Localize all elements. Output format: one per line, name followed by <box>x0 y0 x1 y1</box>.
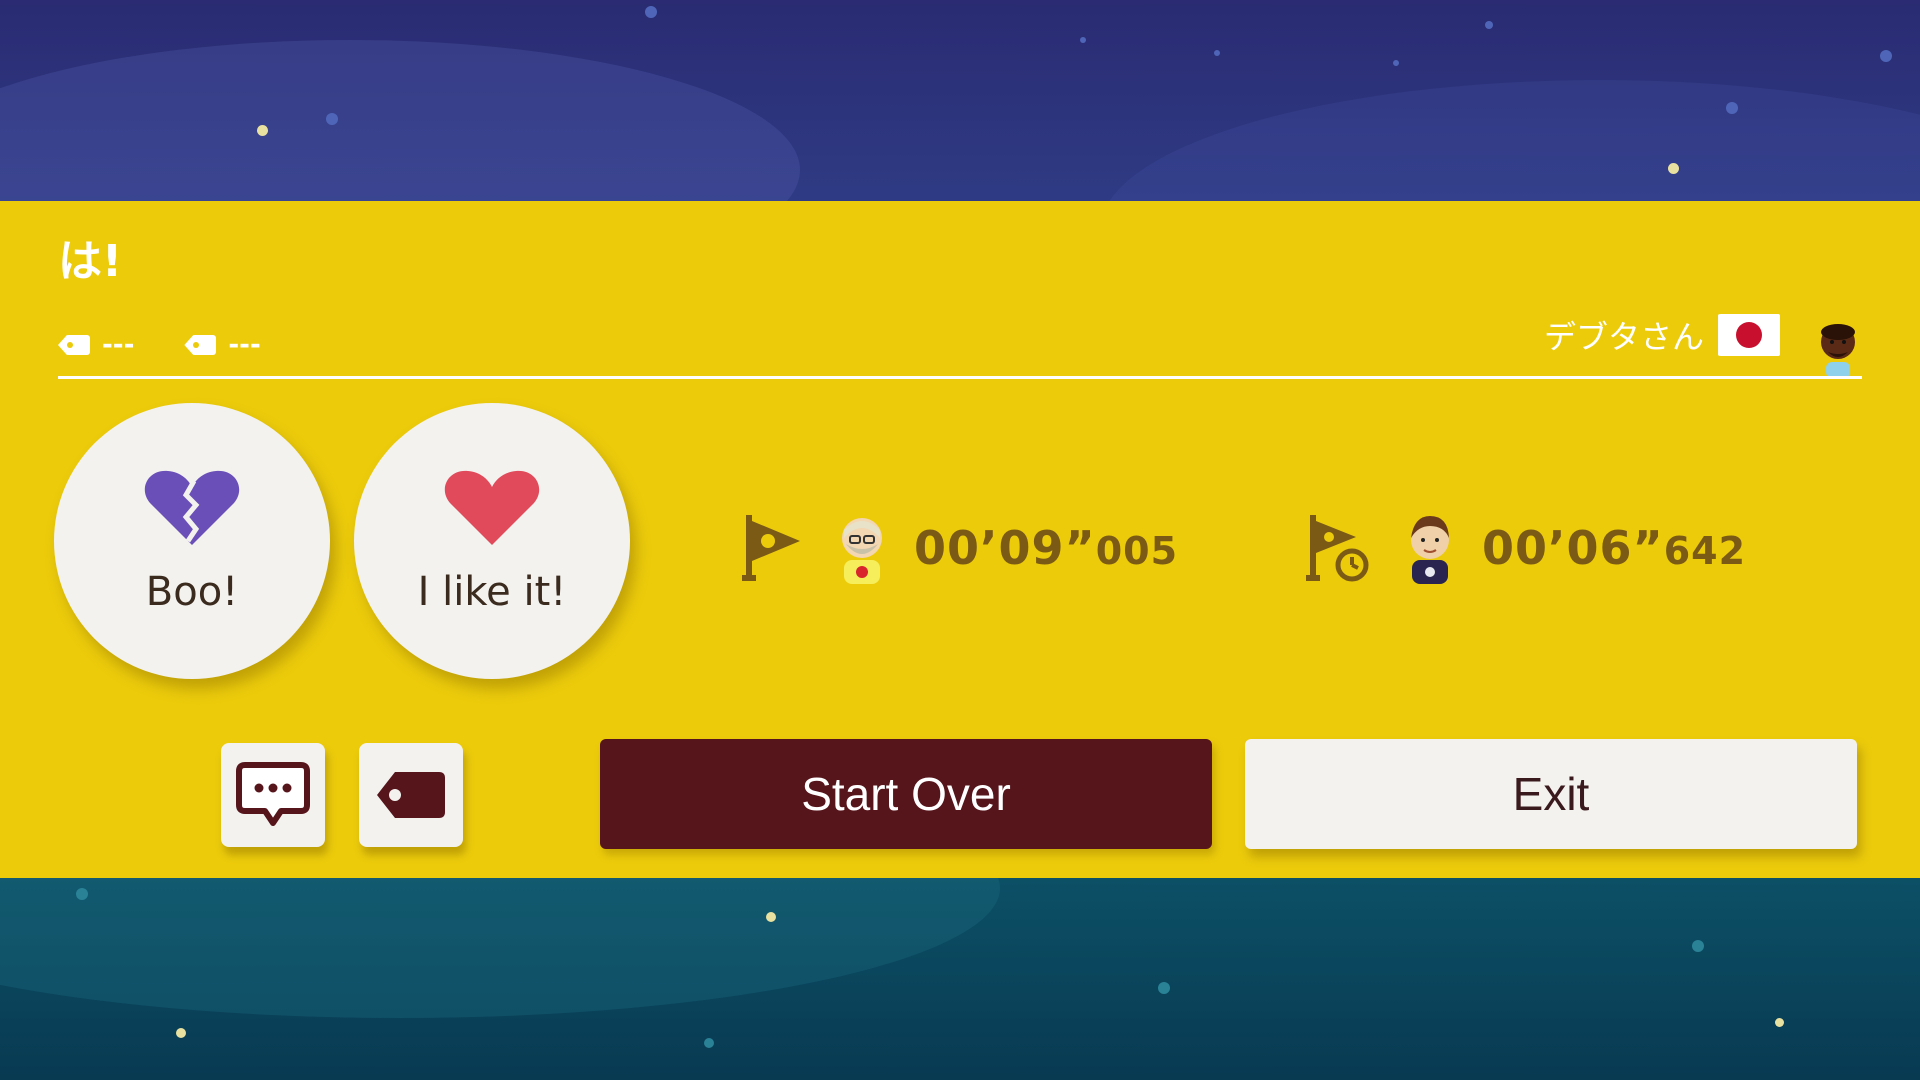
world-record-time: 00’06”642 <box>1482 521 1746 575</box>
tag-button[interactable] <box>359 743 463 847</box>
star <box>1668 163 1679 174</box>
creator-name: デブタさん <box>1543 318 1704 356</box>
comment-icon <box>236 762 310 826</box>
star <box>76 888 88 900</box>
star <box>1692 940 1704 952</box>
world-record-player-avatar[interactable] <box>1404 512 1456 584</box>
like-label: I like it! <box>417 569 567 615</box>
star <box>704 1038 714 1048</box>
broken-heart-icon <box>144 470 240 545</box>
star <box>645 6 657 18</box>
creator-avatar[interactable] <box>1814 318 1862 378</box>
like-button[interactable]: I like it! <box>354 403 630 679</box>
course-title: は! <box>58 236 123 287</box>
star <box>1080 37 1086 43</box>
first-clear-time-ms: 005 <box>1095 529 1179 573</box>
boo-button[interactable]: Boo! <box>54 403 330 679</box>
first-clear-stat: 00’09”005 <box>742 512 1178 584</box>
creator-info[interactable]: デブタさん <box>1544 312 1780 358</box>
header-divider <box>58 376 1862 379</box>
night-sky-top <box>0 0 1920 201</box>
world-record-time-ms: 642 <box>1663 529 1747 573</box>
course-tag-2-label: --- <box>228 330 261 360</box>
comment-button[interactable] <box>221 743 325 847</box>
japan-flag-icon <box>1718 314 1780 356</box>
heart-icon <box>444 470 540 545</box>
first-clear-time-main: 00’09” <box>914 521 1096 575</box>
star <box>1214 50 1220 56</box>
tag-icon <box>184 335 217 355</box>
boo-label: Boo! <box>145 569 239 615</box>
star <box>326 113 338 125</box>
star <box>1158 982 1170 994</box>
first-clear-flag-icon <box>742 515 800 581</box>
star <box>1726 102 1738 114</box>
course-tag-1-label: --- <box>102 330 135 360</box>
world-record-time-main: 00’06” <box>1482 521 1664 575</box>
world-record-stat: 00’06”642 <box>1306 512 1746 584</box>
first-clear-player-avatar[interactable] <box>836 512 888 584</box>
sky-hill-shape <box>0 878 1000 1018</box>
star <box>1775 1018 1784 1027</box>
star <box>1880 50 1892 62</box>
world-record-flag-icon <box>1306 515 1369 582</box>
star <box>176 1028 186 1038</box>
course-tag-2: --- <box>184 330 261 360</box>
star <box>257 125 268 136</box>
course-tag-1: --- <box>58 330 134 360</box>
star <box>1393 60 1399 66</box>
exit-button[interactable]: Exit <box>1245 739 1857 849</box>
start-over-button[interactable]: Start Over <box>600 739 1212 849</box>
star <box>1485 21 1493 29</box>
sky-hill-shape <box>0 40 800 201</box>
tag-icon <box>377 772 445 818</box>
sky-hill-shape <box>1100 80 1920 201</box>
tag-icon <box>58 335 90 355</box>
course-tags: --- --- <box>58 330 261 360</box>
night-sky-bottom <box>0 878 1920 1080</box>
star <box>766 912 776 922</box>
first-clear-time: 00’09”005 <box>914 521 1178 575</box>
